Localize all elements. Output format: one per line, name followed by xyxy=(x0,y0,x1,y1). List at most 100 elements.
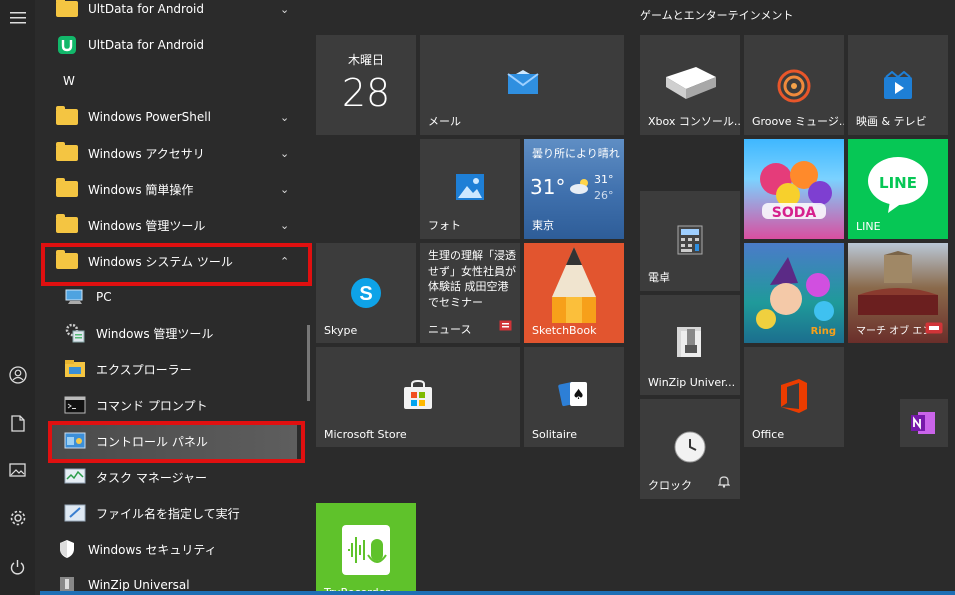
movies-tv-icon xyxy=(882,70,914,105)
line-logo-text: LINE xyxy=(879,174,917,192)
onenote-icon xyxy=(910,411,936,439)
march-art xyxy=(854,251,942,321)
tile-trurecorder[interactable]: TruRecorder xyxy=(316,503,416,595)
app-label: Windows アクセサリ xyxy=(88,146,205,161)
section-header-w[interactable]: W xyxy=(35,63,303,99)
office-icon xyxy=(779,379,809,417)
winzip-tile-icon xyxy=(675,325,707,363)
mail-icon xyxy=(507,70,539,100)
tile-label: マーチ オブ エン xyxy=(856,326,933,337)
tile-skype[interactable]: S Skype xyxy=(316,243,416,343)
tile-label: 電卓 xyxy=(648,271,670,284)
tile-march-of-empires[interactable]: マーチ オブ エン xyxy=(848,243,948,343)
folder-powershell[interactable]: Windows PowerShell ⌄ xyxy=(35,99,303,135)
badge-icon xyxy=(925,319,943,338)
pencil-icon xyxy=(552,247,596,327)
hamburger-menu-icon[interactable] xyxy=(0,0,35,36)
tile-line[interactable]: LINE LINE xyxy=(848,139,948,239)
ultdata-app-icon xyxy=(55,33,79,57)
start-rail xyxy=(0,0,35,595)
tile-label: Groove ミュージ... xyxy=(752,115,844,128)
calendar-day: 木曜日 xyxy=(347,53,384,67)
tile-sketchbook[interactable]: SketchBook xyxy=(524,243,624,343)
news-headline: 生理の理解「浸透せず」女性社員が体験話 成田空港でセミナー xyxy=(428,249,516,309)
folder-icon xyxy=(55,141,79,165)
app-run[interactable]: ファイル名を指定して実行 xyxy=(35,495,303,531)
chevron-down-icon: ⌄ xyxy=(280,110,290,124)
photos-icon xyxy=(455,173,485,205)
tile-calendar[interactable]: 木曜日 28 xyxy=(316,35,416,135)
app-label: Windows セキュリティ xyxy=(88,542,217,557)
alarm-bell-icon xyxy=(717,473,731,492)
tile-calculator[interactable]: 電卓 xyxy=(640,191,740,291)
chevron-down-icon: ⌄ xyxy=(280,2,290,16)
solitaire-cards-icon: ♠ xyxy=(558,379,590,413)
file-explorer-icon xyxy=(63,357,87,381)
tile-clock[interactable]: クロック xyxy=(640,399,740,499)
app-sub-admin-tools[interactable]: Windows 管理ツール xyxy=(35,315,303,351)
tile-weather[interactable]: 曇り所により晴れ 31° 31° 26° 東京 xyxy=(524,139,624,239)
app-label: コマンド プロンプト xyxy=(96,398,208,413)
cloud-sun-icon xyxy=(568,177,592,199)
command-prompt-icon xyxy=(63,393,87,417)
tile-microsoft-store[interactable]: Microsoft Store xyxy=(316,347,520,447)
highlight-system-tools xyxy=(41,243,312,286)
tile-label: Solitaire xyxy=(532,428,577,441)
store-bag-icon xyxy=(402,379,434,415)
app-label: Windows 簡単操作 xyxy=(88,182,194,197)
settings-gear-icon[interactable] xyxy=(0,500,35,536)
tile-label: SketchBook xyxy=(532,324,597,337)
weather-description: 曇り所により晴れ xyxy=(532,147,620,160)
power-icon[interactable] xyxy=(0,549,35,585)
tile-onenote[interactable] xyxy=(900,399,948,447)
tile-groove[interactable]: Groove ミュージ... xyxy=(744,35,844,135)
weather-temp: 31° xyxy=(530,175,566,199)
folder-admin-tools[interactable]: Windows 管理ツール ⌄ xyxy=(35,207,303,243)
tile-label: Microsoft Store xyxy=(324,428,407,441)
tile-winzip[interactable]: WinZip Univer... xyxy=(640,295,740,395)
tile-photos[interactable]: フォト xyxy=(420,139,520,239)
app-label: Windows 管理ツール xyxy=(96,326,214,341)
tile-xbox-console[interactable]: Xbox コンソール... xyxy=(640,35,740,135)
tile-bubble-witch[interactable]: Ring xyxy=(744,243,844,343)
app-list: UltData for Android ⌄ UltData for Androi… xyxy=(35,0,313,595)
app-explorer[interactable]: エクスプローラー xyxy=(35,351,303,387)
tile-solitaire[interactable]: ♠ Solitaire xyxy=(524,347,624,447)
weather-low: 26° xyxy=(594,189,614,202)
groove-music-icon xyxy=(777,69,811,107)
svg-text:S: S xyxy=(359,283,372,305)
documents-icon[interactable] xyxy=(0,405,35,441)
taskbar-accent-strip xyxy=(40,591,955,595)
app-windows-security[interactable]: Windows セキュリティ xyxy=(35,531,303,567)
chevron-down-icon: ⌄ xyxy=(280,182,290,196)
group-title-games[interactable]: ゲームとエンターテインメント xyxy=(640,7,793,23)
app-label: ファイル名を指定して実行 xyxy=(96,506,240,521)
tile-movies-tv[interactable]: 映画 & テレビ xyxy=(848,35,948,135)
folder-ease-of-access[interactable]: Windows 簡単操作 ⌄ xyxy=(35,171,303,207)
voice-recorder-icon xyxy=(342,525,390,587)
tile-office[interactable]: Office xyxy=(744,347,844,447)
run-icon xyxy=(63,501,87,525)
folder-icon xyxy=(55,177,79,201)
folder-icon xyxy=(55,0,79,21)
app-label: UltData for Android xyxy=(88,38,204,52)
app-label: Windows PowerShell xyxy=(88,110,211,124)
folder-ultdata[interactable]: UltData for Android ⌄ xyxy=(35,0,303,27)
tile-label: WinZip Univer... xyxy=(648,376,736,389)
folder-icon xyxy=(55,105,79,129)
app-command-prompt[interactable]: コマンド プロンプト xyxy=(35,387,303,423)
tile-label: Office xyxy=(752,428,785,441)
app-task-manager[interactable]: タスク マネージャー xyxy=(35,459,303,495)
tile-candy-crush-soda[interactable]: SODA xyxy=(744,139,844,239)
app-ultdata[interactable]: UltData for Android xyxy=(35,27,303,63)
app-list-scrollbar[interactable] xyxy=(307,325,310,401)
tile-label: ニュース xyxy=(428,323,472,336)
tile-label: Skype xyxy=(324,324,358,337)
user-account-icon[interactable] xyxy=(0,357,35,393)
tile-mail[interactable]: メール xyxy=(420,35,624,135)
clock-icon xyxy=(674,431,706,467)
bubble-logo: Ring xyxy=(810,326,836,337)
tile-news[interactable]: 生理の理解「浸透せず」女性社員が体験話 成田空港でセミナー ニュース xyxy=(420,243,520,343)
pictures-icon[interactable] xyxy=(0,452,35,488)
folder-accessories[interactable]: Windows アクセサリ ⌄ xyxy=(35,135,303,171)
